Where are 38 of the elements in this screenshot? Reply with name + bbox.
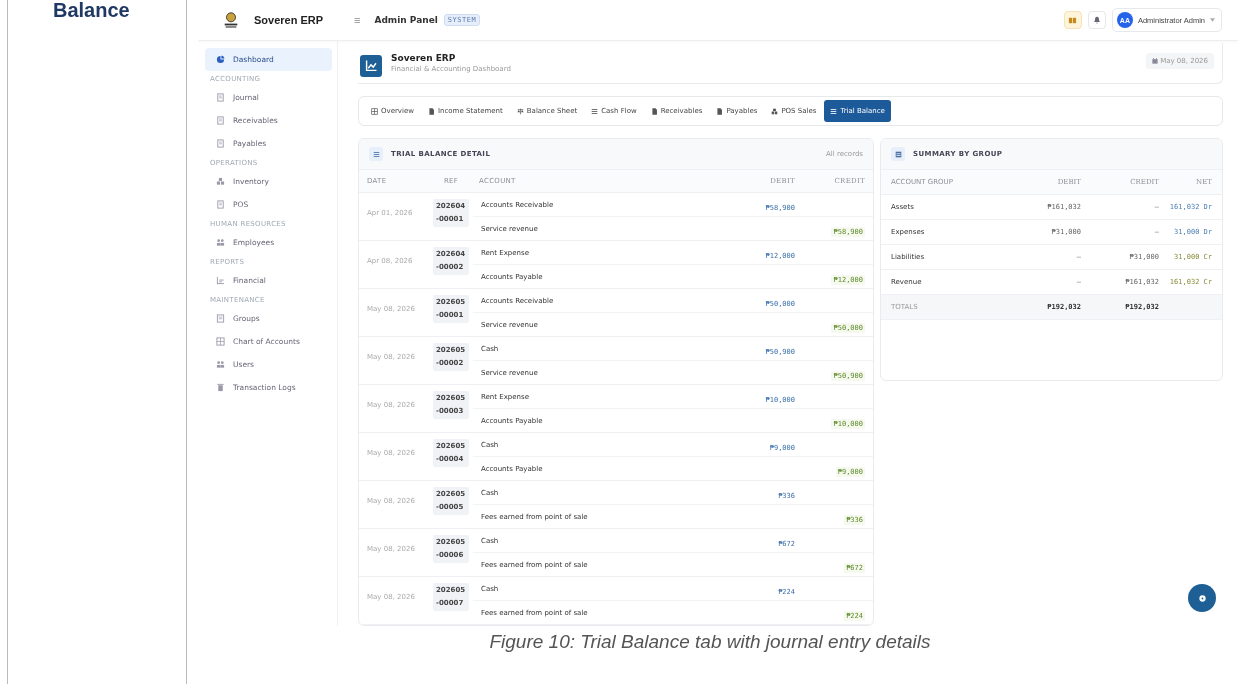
brand-name: Soveren ERP <box>254 14 324 26</box>
scale-icon <box>516 107 524 115</box>
bell-icon <box>1092 16 1101 24</box>
chart-icon <box>360 55 382 77</box>
doc-icon <box>216 200 225 209</box>
grid-icon <box>216 337 225 346</box>
people-icon <box>216 360 225 369</box>
calendar-icon <box>1152 58 1159 64</box>
section-heading: Balance <box>53 0 130 20</box>
chat-button[interactable] <box>1188 584 1216 612</box>
menu-button[interactable]: ≡ <box>354 14 361 26</box>
people-icon <box>216 238 225 247</box>
boxes-icon <box>216 177 225 186</box>
list-icon <box>216 314 225 323</box>
grid-icon <box>371 107 378 115</box>
chat-icon <box>1197 593 1207 603</box>
book-button[interactable] <box>1063 11 1082 29</box>
list-icon <box>830 107 838 115</box>
list-icon <box>369 147 383 161</box>
doc-icon <box>427 107 435 115</box>
book-icon <box>1068 15 1078 25</box>
panel-title: Admin Panel <box>374 15 438 25</box>
doc-icon <box>216 93 225 102</box>
table-icon <box>891 147 905 161</box>
list-icon <box>591 107 599 115</box>
doc-icon <box>650 107 658 115</box>
notification-button[interactable] <box>1087 11 1106 29</box>
pie-icon <box>216 55 225 64</box>
dashboard-title: Soveren ERP <box>391 53 457 63</box>
figure-caption: Figure 10: Trial Balance tab with journal entry details <box>489 631 931 653</box>
logo-icon <box>222 11 240 29</box>
boxes-icon <box>771 107 779 115</box>
trash-icon <box>216 383 225 392</box>
doc-icon <box>216 116 225 125</box>
doc-icon <box>716 107 724 115</box>
doc-icon <box>216 139 225 148</box>
caret-icon <box>1210 18 1215 22</box>
chart-icon <box>216 276 225 285</box>
